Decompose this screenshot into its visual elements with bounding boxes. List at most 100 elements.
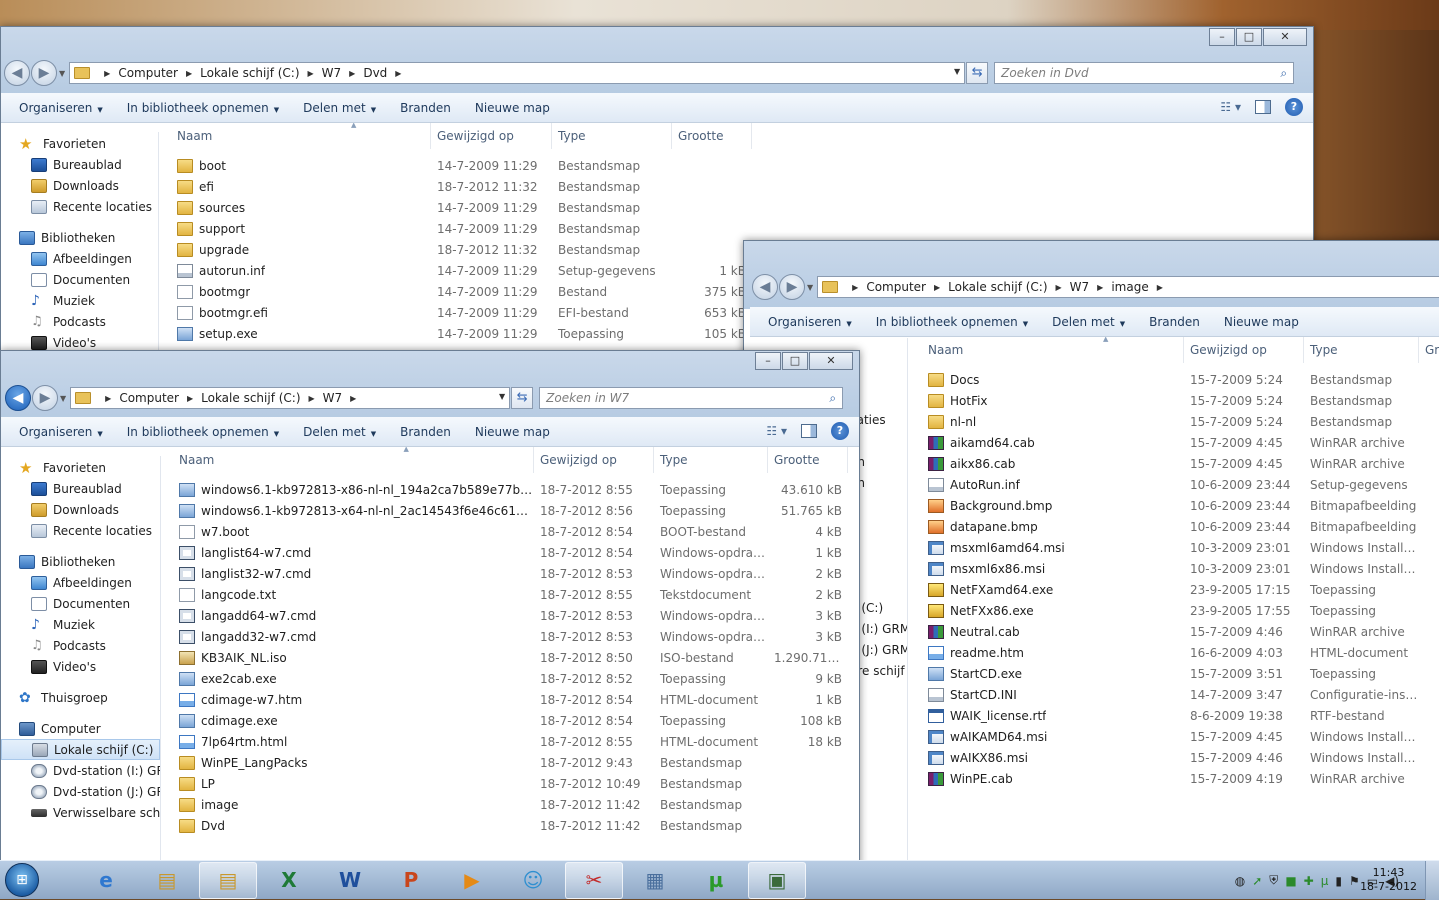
- recent-pages-dropdown[interactable]: ▼: [807, 283, 813, 292]
- shield-icon[interactable]: ⛨: [1269, 873, 1278, 888]
- breadcrumb-chevron-icon[interactable]: ▶: [1097, 283, 1103, 292]
- nav-item-bureaublad[interactable]: Bureaublad: [1, 478, 160, 499]
- file-row[interactable]: KB3AIK_NL.iso 18-7-2012 8:50 ISO-bestand 1.…: [173, 647, 857, 668]
- green-arrow-icon[interactable]: ➚: [1252, 874, 1262, 888]
- address-bar[interactable]: ▶ Computer ▶ Lokale schijf (C:) ▶ W7 ▶ ▼: [70, 387, 511, 409]
- monitor-taskbar-button[interactable]: ▣: [748, 861, 806, 899]
- nav-item-afbeeldingen[interactable]: Afbeeldingen: [1, 248, 158, 269]
- file-row[interactable]: readme.htm 16-6-2009 4:03 HTML-document: [922, 642, 1439, 663]
- column-header-0[interactable]: Naam: [173, 447, 534, 473]
- nav-item-video-s[interactable]: Video's: [1, 656, 160, 677]
- breadcrumb-item[interactable]: W7: [323, 391, 343, 405]
- nav-item-podcasts[interactable]: ♫ Podcasts: [1, 311, 158, 332]
- toolbar-organiseren-button[interactable]: Organiseren ▼: [756, 315, 864, 329]
- toolbar-delen-met-button[interactable]: Delen met ▼: [291, 425, 388, 439]
- toolbar-branden-button[interactable]: Branden: [388, 101, 463, 115]
- recent-pages-dropdown[interactable]: ▼: [59, 69, 65, 78]
- file-row[interactable]: wAIKAMD64.msi 15-7-2009 4:45 Windows Insta…: [922, 726, 1439, 747]
- powerpoint-taskbar-button[interactable]: P: [382, 862, 440, 899]
- utorrent-taskbar-button[interactable]: µ: [687, 862, 745, 899]
- breadcrumb-chevron-icon[interactable]: ▶: [350, 394, 356, 403]
- nav-item-documenten[interactable]: Documenten: [1, 593, 160, 614]
- nav-item-muziek[interactable]: ♪ Muziek: [1, 290, 158, 311]
- change-view-icon[interactable]: ☷ ▾: [766, 424, 787, 438]
- address-bar[interactable]: ▶ Computer ▶ Lokale schijf (C:) ▶ W7 ▶ image ▶: [817, 276, 1439, 298]
- file-row[interactable]: efi 18-7-2012 11:32 Bestandsmap: [171, 176, 1311, 197]
- breadcrumb-item[interactable]: Lokale schijf (C:): [201, 391, 300, 405]
- search-icon[interactable]: ⌕: [829, 391, 836, 406]
- close-button[interactable]: ✕: [1263, 28, 1307, 46]
- network-icon[interactable]: ◍: [1235, 874, 1245, 888]
- explorer-windows-taskbar-button[interactable]: ▤: [199, 861, 257, 899]
- column-header-2[interactable]: Type: [552, 123, 672, 149]
- file-row[interactable]: NetFXamd64.exe 23-9-2005 17:15 Toepassing: [922, 579, 1439, 600]
- minimize-button[interactable]: –: [1209, 28, 1235, 46]
- toolbar-organiseren-button[interactable]: Organiseren ▼: [7, 101, 115, 115]
- breadcrumb-chevron-icon[interactable]: ▶: [186, 69, 192, 78]
- nav-item-dvd-station-j-grm[interactable]: Dvd-station (J:) GRM: [1, 781, 160, 802]
- toolbar-nieuwe-map-button[interactable]: Nieuwe map: [463, 101, 562, 115]
- breadcrumb-item[interactable]: W7: [322, 66, 342, 80]
- file-row[interactable]: msxml6x86.msi 10-3-2009 23:01 Windows Inst…: [922, 558, 1439, 579]
- breadcrumb-item[interactable]: Computer: [119, 391, 179, 405]
- file-row[interactable]: aikamd64.cab 15-7-2009 4:45 WinRAR archive: [922, 432, 1439, 453]
- file-row[interactable]: LP 18-7-2012 10:49 Bestandsmap: [173, 773, 857, 794]
- nav-item-thuisgroep[interactable]: ✿ Thuisgroep: [1, 687, 160, 708]
- flag-icon[interactable]: ⚑: [1349, 874, 1360, 888]
- nvidia-icon[interactable]: ■: [1285, 874, 1296, 888]
- file-row[interactable]: image 18-7-2012 11:42 Bestandsmap: [173, 794, 857, 815]
- explorer-window-w7[interactable]: – □ ✕ ◀ ▶ ▼ ▶ Computer ▶ Lokale schijf (C:)…: [0, 350, 860, 870]
- toolbar-in-bibliotheek-opnemen-button[interactable]: In bibliotheek opnemen ▼: [115, 425, 291, 439]
- file-row[interactable]: WinPE_LangPacks 18-7-2012 9:43 Bestandsmap: [173, 752, 857, 773]
- preview-pane-icon[interactable]: [801, 424, 817, 438]
- file-row[interactable]: Docs 15-7-2009 5:24 Bestandsmap: [922, 369, 1439, 390]
- file-row[interactable]: 7lp64rtm.html 18-7-2012 8:55 HTML-document…: [173, 731, 857, 752]
- breadcrumb-chevron-icon[interactable]: ▶: [395, 69, 401, 78]
- column-header-1[interactable]: Gewijzigd op: [431, 123, 552, 149]
- word-taskbar-button[interactable]: W: [321, 862, 379, 899]
- column-header-1[interactable]: Gewijzigd op: [534, 447, 654, 473]
- breadcrumb-item[interactable]: Lokale schijf (C:): [948, 280, 1047, 294]
- nav-item-verwisselbare-schijf[interactable]: Verwisselbare schijf: [1, 802, 160, 823]
- breadcrumb-chevron-icon[interactable]: ▶: [1056, 283, 1062, 292]
- file-row[interactable]: Background.bmp 10-6-2009 23:44 Bitmapafbee…: [922, 495, 1439, 516]
- file-row[interactable]: boot 14-7-2009 11:29 Bestandsmap: [171, 155, 1311, 176]
- breadcrumb-chevron-icon[interactable]: ▶: [349, 69, 355, 78]
- nav-item-downloads[interactable]: Downloads: [1, 499, 160, 520]
- forward-button[interactable]: ▶: [32, 385, 58, 411]
- nav-item-computer[interactable]: Computer: [1, 718, 160, 739]
- file-row[interactable]: datapane.bmp 10-6-2009 23:44 Bitmapafbeeld…: [922, 516, 1439, 537]
- nav-item-favorieten[interactable]: ★ Favorieten: [1, 133, 158, 154]
- file-row[interactable]: exe2cab.exe 18-7-2012 8:52 Toepassing 9 kB: [173, 668, 857, 689]
- column-header-2[interactable]: Type: [1304, 337, 1419, 363]
- file-row[interactable]: cdimage.exe 18-7-2012 8:54 Toepassing 108 k…: [173, 710, 857, 731]
- file-row[interactable]: AutoRun.inf 10-6-2009 23:44 Setup-gegevens: [922, 474, 1439, 495]
- breadcrumb-chevron-icon[interactable]: ▶: [934, 283, 940, 292]
- excel-taskbar-button[interactable]: X: [260, 862, 318, 899]
- toolbar-branden-button[interactable]: Branden: [388, 425, 463, 439]
- toolbar-nieuwe-map-button[interactable]: Nieuwe map: [463, 425, 562, 439]
- nav-item-bureaublad[interactable]: Bureaublad: [1, 154, 158, 175]
- nav-item-muziek[interactable]: ♪ Muziek: [1, 614, 160, 635]
- file-row[interactable]: sources 14-7-2009 11:29 Bestandsmap: [171, 197, 1311, 218]
- snipping-tool-taskbar-button[interactable]: ✂: [565, 861, 623, 899]
- breadcrumb-item[interactable]: Lokale schijf (C:): [200, 66, 299, 80]
- breadcrumb-chevron-icon[interactable]: ▶: [309, 394, 315, 403]
- messenger-taskbar-button[interactable]: ☺: [504, 862, 562, 899]
- toolbar-organiseren-button[interactable]: Organiseren ▼: [7, 425, 115, 439]
- clock[interactable]: 11:43 18-7-2012: [1360, 866, 1417, 894]
- back-button[interactable]: ◀: [5, 385, 31, 411]
- search-input[interactable]: Zoeken in W7 ⌕: [539, 387, 844, 409]
- file-row[interactable]: langlist32-w7.cmd 18-7-2012 8:53 Windows-o…: [173, 563, 857, 584]
- calculator-taskbar-button[interactable]: ▦: [626, 862, 684, 899]
- breadcrumb-chevron-icon[interactable]: ▶: [1157, 283, 1163, 292]
- breadcrumb-item[interactable]: Computer: [118, 66, 178, 80]
- refresh-button[interactable]: ⇆: [966, 62, 989, 84]
- file-row[interactable]: cdimage-w7.htm 18-7-2012 8:54 HTML-documen…: [173, 689, 857, 710]
- nav-item-recente-locaties[interactable]: Recente locaties: [1, 520, 160, 541]
- help-icon[interactable]: ?: [1285, 98, 1303, 116]
- breadcrumb-chevron-icon[interactable]: ▶: [187, 394, 193, 403]
- toolbar-delen-met-button[interactable]: Delen met ▼: [291, 101, 388, 115]
- file-row[interactable]: langadd32-w7.cmd 18-7-2012 8:53 Windows-op…: [173, 626, 857, 647]
- forward-button[interactable]: ▶: [779, 274, 805, 300]
